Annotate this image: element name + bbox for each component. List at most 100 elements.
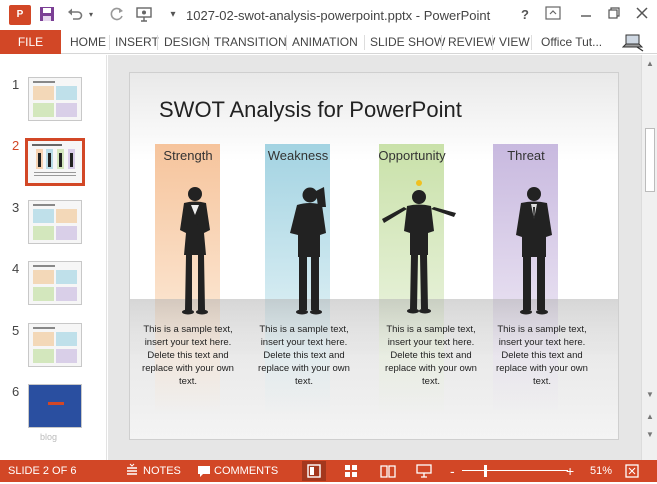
thumbnail-quadrant — [56, 287, 77, 301]
next-slide-icon[interactable]: ▼ — [642, 428, 657, 442]
tab-transition[interactable]: TRANSITION — [214, 30, 287, 54]
scroll-down-icon[interactable]: ▼ — [642, 388, 657, 402]
slide-counter: SLIDE 2 OF 6 — [8, 465, 77, 477]
slide-thumbnail-6[interactable] — [28, 384, 82, 428]
redo-icon[interactable] — [108, 6, 126, 24]
tab-slide-show[interactable]: SLIDE SHOW — [370, 30, 445, 54]
opportunity-silhouette-image — [382, 180, 456, 314]
minimize-icon[interactable] — [576, 6, 596, 24]
close-icon[interactable] — [632, 6, 652, 24]
slide-number: 6 — [12, 384, 20, 399]
title-bar: P ▾ ▾ 1027-02-swot-analysis-powerpoint.p… — [0, 0, 657, 30]
thumbnail-quadrant — [56, 332, 77, 346]
start-from-beginning-icon[interactable] — [136, 6, 154, 24]
zoom-out-button[interactable]: - — [450, 460, 455, 482]
tab-divider — [109, 35, 110, 50]
thumbnail-title — [33, 265, 55, 267]
account-name[interactable]: Office Tut... — [541, 30, 602, 54]
zoom-in-button[interactable]: + — [566, 460, 574, 482]
tab-animation[interactable]: ANIMATION — [292, 30, 358, 54]
customize-quick-access-icon[interactable]: ▾ — [164, 6, 182, 24]
slide-canvas[interactable]: SWOT Analysis for PowerPoint Strength We… — [129, 72, 619, 440]
slide-number: 5 — [12, 323, 20, 338]
notes-button[interactable]: NOTES — [143, 460, 181, 482]
thumbnail-quadrant — [56, 270, 77, 284]
thumbnail-quadrant — [56, 349, 77, 363]
thumbnail-quadrant — [56, 103, 77, 117]
slide-thumbnail-5[interactable] — [28, 323, 82, 367]
weakness-silhouette-image — [290, 187, 326, 315]
thumbnail-quadrant — [33, 226, 54, 240]
comments-icon[interactable] — [196, 463, 214, 479]
thumbnail-quadrant — [33, 270, 54, 284]
zoom-level[interactable]: 51% — [590, 460, 612, 482]
normal-view-icon[interactable] — [302, 461, 326, 481]
tab-review[interactable]: REVIEW — [448, 30, 495, 54]
help-icon[interactable]: ? — [515, 6, 535, 24]
tab-view[interactable]: VIEW — [499, 30, 530, 54]
thumbnail-title — [33, 204, 55, 206]
tab-divider — [441, 35, 442, 50]
thumbnail-swot-preview — [28, 141, 82, 183]
opportunity-label[interactable]: Opportunity — [362, 148, 462, 163]
tab-divider — [364, 35, 365, 50]
strength-body-text[interactable]: This is a sample text, insert your text … — [136, 323, 240, 388]
status-bar: SLIDE 2 OF 6 NOTES COMMENTS - + 51% — [0, 460, 657, 482]
previous-slide-icon[interactable]: ▲ — [642, 410, 657, 424]
thumbnail-accent-bar — [48, 402, 64, 405]
undo-dropdown-icon[interactable]: ▾ — [86, 6, 96, 24]
tab-insert[interactable]: INSERT — [115, 30, 159, 54]
ribbon-tabs: FILE HOME INSERT DESIGN TRANSITION ANIMA… — [0, 30, 657, 54]
slide-thumbnail-4[interactable] — [28, 261, 82, 305]
slide-thumbnail-1[interactable] — [28, 77, 82, 121]
tab-divider — [286, 35, 287, 50]
weakness-body-text[interactable]: This is a sample text, insert your text … — [252, 323, 356, 388]
slide-thumbnail-pane: 1 2 3 4 5 6 blog — [0, 55, 107, 460]
watermark-text: blog — [40, 432, 58, 442]
opportunity-body-text[interactable]: This is a sample text, insert your text … — [379, 323, 483, 388]
thumbnail-quadrant — [33, 349, 54, 363]
thumbnail-title — [33, 81, 55, 83]
strength-label[interactable]: Strength — [138, 148, 238, 163]
thumbnail-quadrant — [33, 86, 54, 100]
tab-divider — [157, 35, 158, 50]
thumbnail-quadrant — [33, 332, 54, 346]
zoom-slider-track[interactable] — [462, 470, 568, 471]
ribbon-display-options-icon[interactable] — [543, 6, 563, 24]
thumbnail-title — [33, 327, 55, 329]
thumbnail-quadrant — [33, 209, 54, 223]
save-icon[interactable] — [38, 6, 56, 24]
comments-button[interactable]: COMMENTS — [214, 460, 278, 482]
threat-label[interactable]: Threat — [476, 148, 576, 163]
scroll-up-icon[interactable]: ▲ — [642, 57, 657, 71]
slide-number-active: 2 — [12, 138, 20, 153]
thumbnail-quadrant — [56, 209, 77, 223]
weakness-label[interactable]: Weakness — [248, 148, 348, 163]
strength-silhouette-image — [180, 187, 210, 315]
threat-body-text[interactable]: This is a sample text, insert your text … — [490, 323, 594, 388]
slide-thumbnail-3[interactable] — [28, 200, 82, 244]
slide-show-icon[interactable] — [416, 463, 434, 479]
threat-silhouette-image — [516, 187, 552, 315]
notes-icon[interactable] — [124, 463, 142, 479]
thumbnail-quadrant — [33, 103, 54, 117]
thumbnail-quadrant — [33, 287, 54, 301]
undo-icon[interactable] — [66, 6, 84, 24]
tab-design[interactable]: DESIGN — [164, 30, 210, 54]
tab-home[interactable]: HOME — [70, 30, 106, 54]
reading-view-icon[interactable] — [380, 463, 398, 479]
powerpoint-app-icon[interactable]: P — [9, 5, 31, 25]
slide-number: 4 — [12, 261, 20, 276]
slide-thumbnail-2[interactable] — [25, 138, 85, 186]
zoom-slider-thumb[interactable] — [484, 465, 487, 477]
vertical-scrollbar[interactable]: ▲ ▼ ▲ ▼ — [641, 55, 657, 460]
tab-file[interactable]: FILE — [0, 30, 61, 54]
tab-divider — [492, 35, 493, 50]
scrollbar-thumb[interactable] — [645, 128, 655, 192]
laptop-icon[interactable] — [621, 32, 644, 52]
slide-number: 3 — [12, 200, 20, 215]
slide-sorter-icon[interactable] — [343, 463, 361, 479]
slide-title[interactable]: SWOT Analysis for PowerPoint — [159, 97, 462, 123]
fit-slide-icon[interactable] — [624, 463, 642, 479]
restore-icon[interactable] — [604, 6, 624, 24]
